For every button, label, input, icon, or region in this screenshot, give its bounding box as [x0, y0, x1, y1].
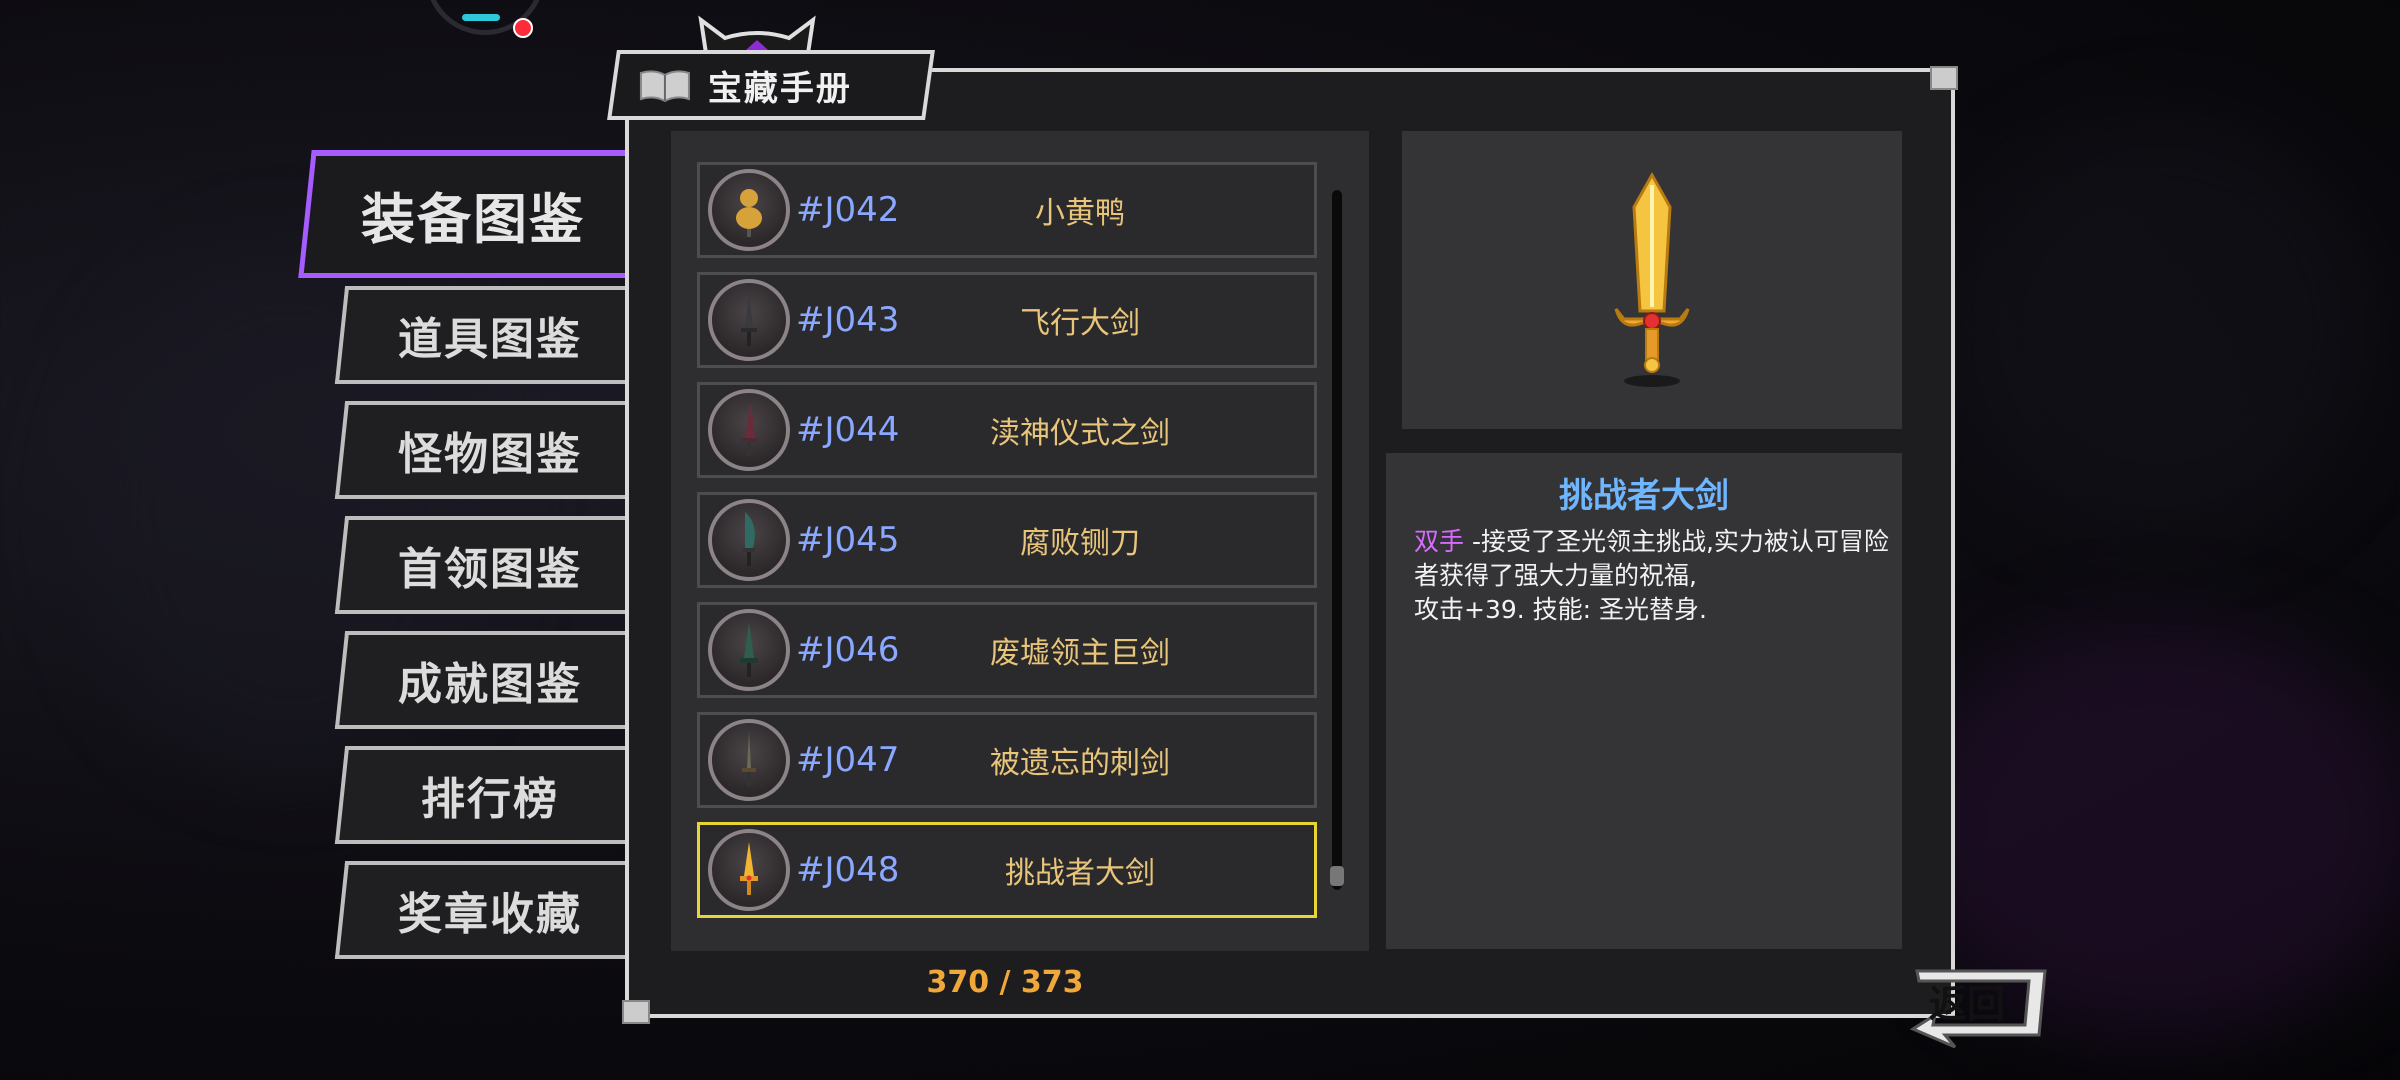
item-medallion	[708, 389, 790, 471]
list-item[interactable]: #J047 被遗忘的刺剑	[697, 712, 1317, 808]
tab-monsters[interactable]: 怪物图鉴	[334, 401, 641, 499]
hud-indicator	[462, 14, 500, 21]
item-medallion	[708, 719, 790, 801]
item-tag: 双手	[1414, 527, 1465, 556]
page-title: 宝藏手册	[708, 68, 852, 109]
item-preview	[1402, 131, 1902, 429]
item-medallion	[708, 499, 790, 581]
sword-icon	[741, 402, 757, 456]
blade-icon	[743, 512, 755, 566]
scrollbar-thumb[interactable]	[1330, 866, 1344, 886]
tab-bosses[interactable]: 首领图鉴	[334, 516, 641, 614]
background-glow	[1950, 120, 2370, 540]
item-medallion	[708, 279, 790, 361]
sword-icon	[741, 292, 757, 346]
frame-corner	[1930, 66, 1958, 90]
item-description: 双手 -接受了圣光领主挑战,实力被认可冒险者获得了强大力量的祝福, 攻击+39.…	[1414, 525, 1894, 627]
sword-icon	[740, 622, 758, 677]
tab-achievements[interactable]: 成就图鉴	[334, 631, 641, 729]
tab-items[interactable]: 道具图鉴	[334, 286, 641, 384]
list-item-selected[interactable]: #J048 挑战者大剑	[697, 822, 1317, 918]
tab-leaderboard[interactable]: 排行榜	[334, 746, 641, 844]
list-item[interactable]: #J043 飞行大剑	[697, 272, 1317, 368]
golden-sword-icon	[740, 842, 758, 895]
frame-corner	[622, 1000, 650, 1024]
book-icon	[640, 69, 690, 102]
rapier-icon	[742, 732, 756, 786]
tab-medals[interactable]: 奖章收藏	[334, 861, 641, 959]
back-button[interactable]: 返回	[1905, 965, 2055, 1051]
list-item[interactable]: #J044 渎神仪式之剑	[697, 382, 1317, 478]
collection-counter: 370 / 373	[926, 965, 1084, 1000]
list-item[interactable]: #J042 小黄鸭	[697, 162, 1317, 258]
list-item[interactable]: #J046 废墟领主巨剑	[697, 602, 1317, 698]
item-description-line2: 攻击+39. 技能: 圣光替身.	[1414, 595, 1707, 624]
item-description-line1: -接受了圣光领主挑战,实力被认可冒险者获得了强大力量的祝福,	[1414, 527, 1889, 590]
golden-sword-icon	[1614, 171, 1690, 387]
notification-dot-icon	[513, 18, 533, 38]
item-medallion	[708, 829, 790, 911]
list-item[interactable]: #J045 腐败铡刀	[697, 492, 1317, 588]
title-plate: 宝藏手册	[607, 50, 935, 120]
duck-icon	[736, 189, 762, 237]
item-medallion	[708, 169, 790, 251]
back-label: 返回	[1929, 982, 2006, 1026]
tab-equipment[interactable]: 装备图鉴	[298, 150, 642, 278]
item-medallion	[708, 609, 790, 691]
item-detail-title: 挑战者大剑	[1559, 476, 1729, 516]
scrollbar-track[interactable]	[1332, 190, 1342, 890]
